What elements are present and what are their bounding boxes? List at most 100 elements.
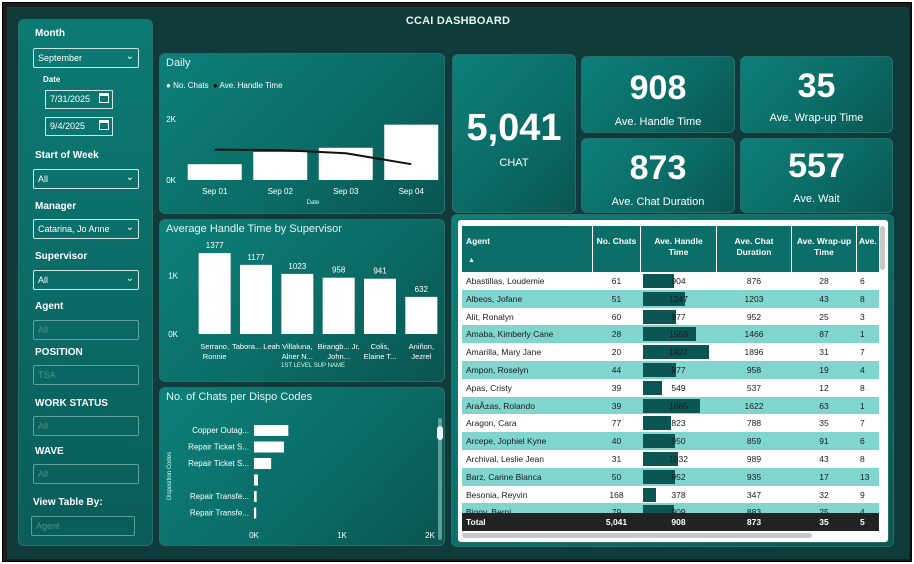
start-date-field[interactable]: 7/31/2025	[45, 90, 113, 109]
header-aht-cell[interactable]: Ave. Handle Time	[641, 226, 716, 272]
header-aht[interactable]: Ave. Handle Time	[645, 236, 712, 258]
wave-dropdown[interactable]: All	[33, 464, 139, 484]
manager-dropdown[interactable]: Catarina, Jo Anne ⌄	[33, 219, 139, 239]
supervisor-dropdown[interactable]: All ⌄	[33, 270, 139, 290]
dispo-bar	[254, 441, 284, 453]
cell-duration: 935	[746, 471, 762, 482]
supervisor-chart-panel: Average Handle Time by Supervisor 0K 1K 13…	[159, 219, 445, 382]
table-row[interactable]: Besonia, Reyvin 168 378 347 32 9	[462, 485, 879, 504]
table-row[interactable]: Ampon, Roselyn 44 977 958 19 4	[462, 361, 879, 379]
week-value: All	[38, 174, 49, 184]
calendar-icon[interactable]	[99, 120, 109, 130]
x-tick-label-line2: Ronnie	[203, 352, 227, 361]
x-tick-label: Sep 02	[268, 187, 294, 196]
table-row[interactable]: Barz, Carine Bianca 50 952 935 17 13	[462, 467, 879, 486]
calendar-icon[interactable]	[99, 93, 109, 103]
cell-wrap: 35	[819, 418, 829, 429]
header-duration[interactable]: Ave. Chat Duration	[723, 236, 785, 258]
table-row[interactable]: Alit, Ronalyn 60 977 952 25 3	[462, 307, 879, 326]
dispo-bar	[254, 425, 289, 436]
supervisor-bar	[364, 278, 396, 334]
header-chats[interactable]: No. Chats	[593, 236, 640, 247]
table-row[interactable]: Amaba, Kimberly Cane 28 1553 1466 87 1	[462, 325, 879, 344]
horizontal-scrollbar[interactable]	[462, 533, 812, 538]
cell-duration: 1203	[744, 293, 764, 304]
dispo-bar	[254, 458, 272, 469]
month-dropdown[interactable]: September ⌄	[33, 48, 139, 68]
cell-duration: 537	[746, 382, 762, 393]
dispo-bar	[254, 474, 258, 486]
x-axis-label: 1ST LEVEL SUP NAME	[281, 363, 345, 369]
cell-aht: 1553	[669, 329, 688, 340]
agent-table[interactable]: Agent ▲ No. Chats Ave. Handle Time Ave. …	[457, 219, 889, 543]
header-wait-cell[interactable]: Ave.	[857, 226, 879, 272]
agent-dropdown[interactable]: All	[33, 320, 139, 340]
date-label: Date	[43, 75, 61, 84]
header-chats-cell[interactable]: No. Chats	[593, 226, 640, 272]
table-row[interactable]: Arcepe, Jophiel Kyne 40 950 859 91 6	[462, 432, 879, 451]
dashboard-canvas: CCAI DASHBOARD Month September ⌄ Date 7/…	[7, 7, 909, 559]
cell-agent: Archival, Leslie Jean	[466, 454, 544, 464]
cell-wait: 9	[860, 489, 865, 500]
y-tick-label: Copper Outag...	[192, 426, 249, 435]
end-date-field[interactable]: 9/4/2025	[45, 117, 113, 136]
cell-agent: Apas, Cristy	[466, 382, 512, 393]
data-label: 1377	[206, 241, 224, 250]
table-row[interactable]: Amarilla, Mary Jane 20 1927 1896 31 7	[462, 343, 879, 362]
x-axis-label: Date	[307, 200, 320, 206]
table-row[interactable]: Archival, Leslie Jean 31 1032 989 43 8	[462, 450, 879, 468]
cell-aht: 1685	[669, 400, 688, 411]
cell-wait: 7	[860, 418, 865, 429]
cell-wrap: 31	[819, 347, 829, 358]
supervisor-bar	[281, 273, 314, 334]
header-wait[interactable]: Ave.	[859, 236, 877, 247]
total-wait: 5	[860, 517, 865, 527]
table-row[interactable]: Albeos, Jofane 51 1247 1203 43 8	[462, 289, 879, 308]
dispo-chart-panel: No. of Chats per Dispo Codes Copper Outa…	[159, 387, 445, 546]
x-tick-label: 0K	[249, 531, 259, 540]
header-agent[interactable]: Agent	[466, 236, 490, 247]
supervisor-bar	[198, 253, 231, 334]
cell-agent: Abastillas, Loudemie	[466, 276, 545, 286]
sort-up-icon[interactable]: ▲	[468, 257, 475, 264]
work-status-dropdown[interactable]: All	[33, 416, 139, 436]
table-row[interactable]: AraÃ±as, Rolando 39 1685 1622 63 1	[462, 396, 879, 415]
cell-aht: 1247	[669, 293, 688, 304]
view-table-dropdown[interactable]: Agent	[31, 516, 135, 536]
data-label: 1177	[247, 253, 265, 262]
header-wrap-cell[interactable]: Ave. Wrap-up Time	[792, 226, 856, 272]
total-chats: 5,041	[605, 517, 628, 527]
header-duration-cell[interactable]: Ave. Chat Duration	[717, 226, 791, 272]
header-wrap[interactable]: Ave. Wrap-up Time	[792, 236, 856, 258]
cell-agent: Amarilla, Mary Jane	[466, 347, 542, 358]
cell-wrap: 17	[819, 471, 829, 482]
position-label: POSITION	[35, 347, 83, 358]
kpi-chat-card: 5,041 CHAT	[452, 54, 576, 213]
cell-wait: 13	[860, 471, 870, 482]
cell-wrap: 19	[819, 365, 829, 375]
cell-agent: Amaba, Kimberly Cane	[466, 329, 554, 340]
x-tick-label-line1: Tabora... Leah	[232, 342, 280, 351]
x-tick-label: Sep 04	[399, 187, 425, 196]
cell-duration: 989	[746, 454, 762, 464]
manager-label: Manager	[35, 201, 77, 212]
kpi-chat-label: CHAT	[499, 157, 529, 169]
view-table-value: Agent	[36, 521, 60, 531]
data-label: 941	[373, 267, 387, 276]
table-row[interactable]: Apas, Cristy 39 549 537 12 8	[462, 378, 879, 397]
table-row[interactable]: Abastillas, Loudemie 61 904 876 28 6	[462, 272, 879, 290]
cell-chats: 51	[611, 293, 622, 304]
cell-agent: Alit, Ronalyn	[466, 311, 514, 322]
kpi-wrap-card: 35 Ave. Wrap-up Time	[740, 56, 893, 133]
cell-wait: 8	[860, 454, 865, 464]
cell-duration: 859	[746, 436, 762, 447]
table-row[interactable]: Aragon, Cara 77 823 788 35 7	[462, 414, 879, 433]
kpi-aht-label: Ave. Handle Time	[614, 116, 702, 128]
position-dropdown[interactable]: TSA	[33, 365, 139, 385]
vertical-scrollbar[interactable]	[880, 226, 885, 270]
kpi-duration-label: Ave. Chat Duration	[611, 196, 705, 208]
work-status-value: All	[38, 421, 49, 431]
week-dropdown[interactable]: All ⌄	[33, 169, 139, 189]
header-agent-cell[interactable]: Agent ▲	[462, 226, 592, 272]
cell-chats: 39	[611, 382, 622, 393]
